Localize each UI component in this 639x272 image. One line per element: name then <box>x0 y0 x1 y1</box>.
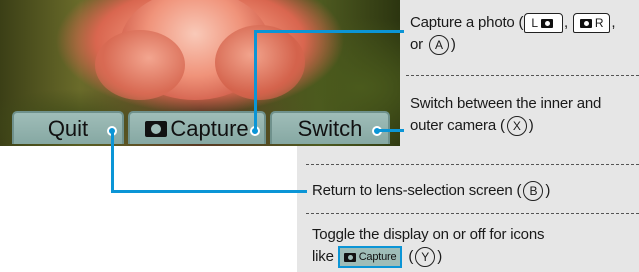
switch-button-label: Switch <box>297 115 363 141</box>
camera-icon <box>343 252 356 262</box>
separator <box>406 75 639 76</box>
r-button-icon: R <box>572 13 611 34</box>
b-button-icon: B <box>523 181 544 202</box>
capture-description: Capture a photo (L , R, or A) <box>410 12 639 56</box>
capture-callout-line <box>254 30 257 130</box>
switch-callout-line <box>378 129 404 132</box>
separator <box>306 164 639 165</box>
toggle-description: Toggle the display on or off for icons l… <box>312 224 639 269</box>
camera-icon <box>540 19 553 29</box>
switch-description: Switch between the inner and outer camer… <box>410 93 639 137</box>
camera-icon <box>145 120 168 137</box>
camera-icon <box>579 19 592 29</box>
x-button-icon: X <box>506 116 527 137</box>
separator <box>306 213 639 214</box>
camera-preview: Quit Capture Switch <box>0 0 400 146</box>
a-button-icon: A <box>428 35 449 56</box>
capture-button-label: Capture <box>170 115 249 141</box>
capture-chip: Capture <box>337 246 403 269</box>
l-button-icon: L <box>524 13 563 34</box>
capture-button[interactable]: Capture <box>128 111 266 144</box>
quit-description: Return to lens-selection screen (B) <box>312 180 639 202</box>
quit-button-label: Quit <box>47 115 89 141</box>
soft-button-bar: Quit Capture Switch <box>0 108 400 146</box>
quit-callout-line <box>111 190 307 193</box>
quit-callout-line <box>111 130 114 193</box>
capture-callout-line <box>254 30 404 33</box>
y-button-icon: Y <box>415 247 436 268</box>
